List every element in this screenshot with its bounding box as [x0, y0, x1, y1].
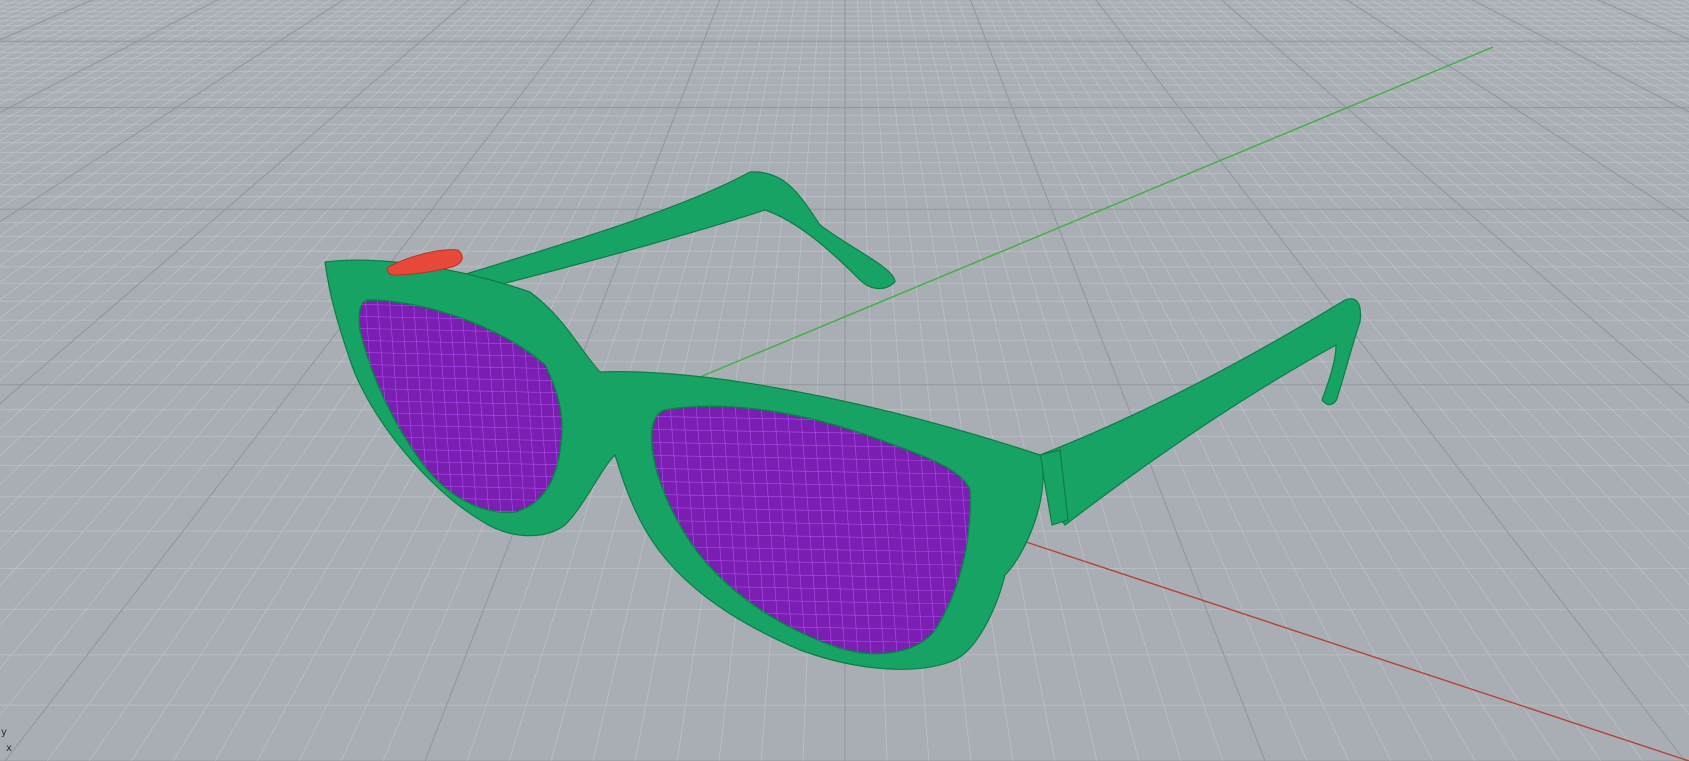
viewport-scene[interactable] — [0, 0, 1689, 761]
axis-label-x: x — [6, 743, 12, 754]
axis-orientation-widget: y x — [0, 727, 22, 761]
perspective-viewport[interactable]: y x — [0, 0, 1689, 761]
axis-label-y: y — [1, 727, 7, 738]
